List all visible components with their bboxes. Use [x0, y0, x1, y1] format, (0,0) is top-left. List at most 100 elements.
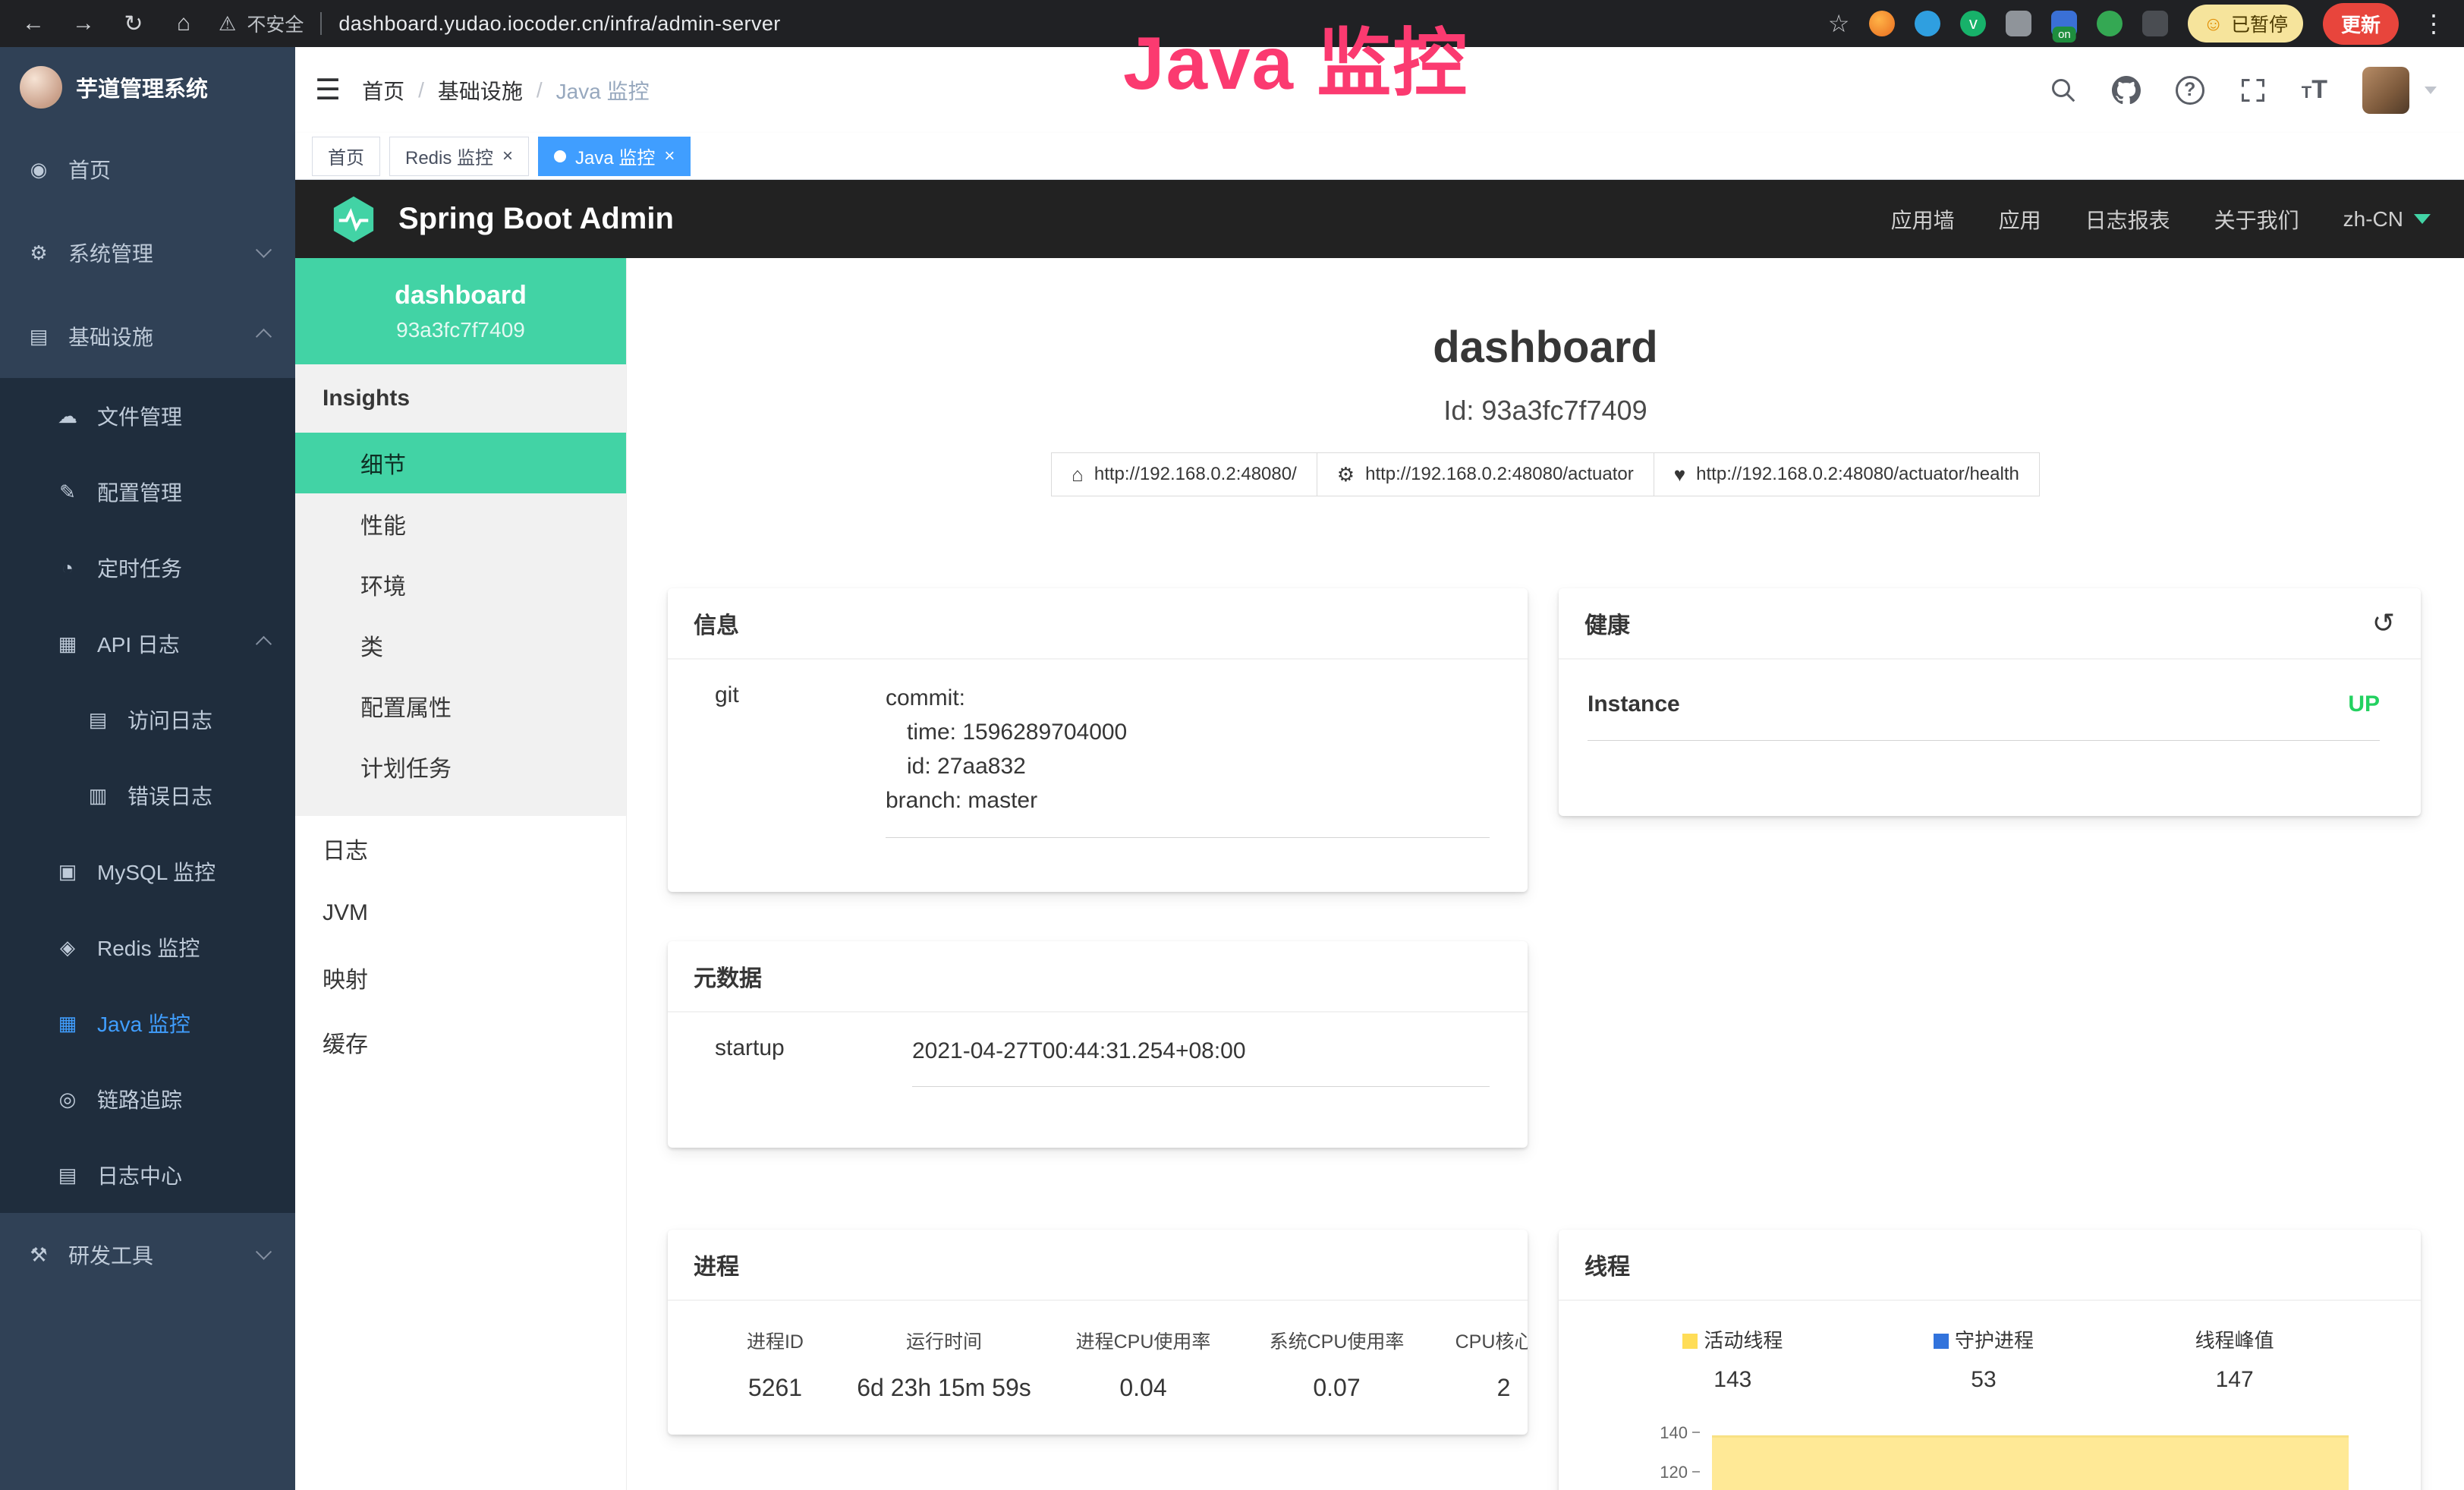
sba-item-loggers[interactable]: 日志	[295, 816, 626, 880]
sba-item-details[interactable]: 细节	[295, 433, 626, 493]
address-bar[interactable]: ⚠ 不安全 dashboard.yudao.iocoder.cn/infra/a…	[219, 10, 781, 37]
tab-java-monitor[interactable]: Java 监控 ×	[538, 137, 691, 176]
heart-icon: ♥	[1674, 463, 1685, 487]
sidebar-item-label: 错误日志	[127, 780, 212, 811]
service-url-link[interactable]: ⌂ http://192.168.0.2:48080/	[1051, 452, 1317, 496]
tab-label: Java 监控	[575, 143, 655, 169]
sidebar-item-api-logs[interactable]: ▦ API 日志	[0, 606, 295, 682]
sidebar-item-mysql-monitor[interactable]: ▣ MySQL 监控	[0, 833, 295, 909]
forward-icon[interactable]: →	[68, 11, 99, 36]
sidebar-item-label: 访问日志	[127, 704, 212, 735]
breadcrumb-separator: /	[418, 78, 424, 102]
sidebar-item-infra[interactable]: ▤ 基础设施	[0, 295, 295, 378]
back-icon[interactable]: ←	[18, 11, 49, 36]
url-text: dashboard.yudao.iocoder.cn/infra/admin-s…	[338, 12, 780, 36]
breadcrumb-infra[interactable]: 基础设施	[438, 75, 523, 106]
paused-badge[interactable]: ☺ 已暂停	[2188, 5, 2303, 43]
sidebar-item-devtools[interactable]: ⚒ 研发工具	[0, 1213, 295, 1296]
sidebar-item-redis-monitor[interactable]: ◈ Redis 监控	[0, 909, 295, 985]
monitor-icon: ▦	[55, 1012, 80, 1035]
sba-item-performance[interactable]: 性能	[295, 493, 626, 554]
tab-home[interactable]: 首页	[312, 137, 380, 176]
breadcrumb-home[interactable]: 首页	[362, 75, 404, 106]
sba-app-block[interactable]: dashboard 93a3fc7f7409	[295, 258, 626, 364]
sba-item-environment[interactable]: 环境	[295, 554, 626, 615]
extension-v-icon[interactable]	[1960, 11, 1986, 36]
sba-brand[interactable]: Spring Boot Admin	[398, 202, 674, 236]
sidebar-item-scheduled-tasks[interactable]: ◔ 定时任务	[0, 530, 295, 606]
sba-nav-wallboard[interactable]: 应用墙	[1891, 204, 1955, 235]
sba-nav: 应用墙 应用 日志报表 关于我们 zh-CN	[1891, 204, 2431, 235]
chevron-up-icon	[256, 328, 272, 344]
security-label: 不安全	[247, 10, 304, 37]
sba-nav-about[interactable]: 关于我们	[2214, 204, 2299, 235]
info-card: 信息 git commit: time: 1596289704000 id: 2…	[668, 588, 1528, 892]
extension-grid-icon[interactable]	[2006, 11, 2031, 36]
sidebar-item-java-monitor[interactable]: ▦ Java 监控	[0, 985, 295, 1061]
annotation-text: Java 监控	[1123, 3, 1468, 111]
chevron-down-icon	[256, 1243, 272, 1259]
sba-nav-journal[interactable]: 日志报表	[2085, 204, 2170, 235]
sba-item-config-props[interactable]: 配置属性	[295, 676, 626, 736]
sidebar-item-access-logs[interactable]: ▤ 访问日志	[0, 682, 295, 758]
threads-card: 线程 活动线程 守护进程 线程峰值 143 53 147 140 120 100	[1559, 1230, 2421, 1490]
sidebar-item-error-logs[interactable]: ▥ 错误日志	[0, 758, 295, 833]
font-size-icon[interactable]: TT	[2302, 75, 2327, 105]
chevron-down-icon	[2414, 214, 2431, 224]
infra-submenu: ☁ 文件管理 ✎ 配置管理 ◔ 定时任务 ▦ API 日志 ▤ 访问日志 ▥	[0, 378, 295, 1213]
update-button[interactable]: 更新	[2323, 3, 2399, 45]
info-key: git	[715, 681, 886, 838]
sidebar-item-system[interactable]: ⚙ 系统管理	[0, 211, 295, 295]
extension-on-icon[interactable]: on	[2051, 11, 2077, 36]
close-icon[interactable]: ×	[502, 147, 513, 165]
breadcrumb-current: Java 监控	[556, 75, 650, 106]
help-icon[interactable]: ?	[2176, 76, 2204, 105]
sba-item-scheduled-tasks[interactable]: 计划任务	[295, 736, 626, 797]
app-logo[interactable]: 芋道管理系统	[0, 47, 295, 128]
sba-item-classes[interactable]: 类	[295, 615, 626, 676]
sidebar-item-home[interactable]: ◉ 首页	[0, 128, 295, 211]
sidebar-item-file-manage[interactable]: ☁ 文件管理	[0, 378, 295, 454]
database-icon: ▣	[55, 860, 80, 884]
extension-leaf-icon[interactable]	[2097, 11, 2123, 36]
sidebar-item-label: 文件管理	[97, 401, 182, 431]
sidebar-item-label: 定时任务	[97, 553, 182, 583]
fullscreen-icon[interactable]	[2239, 77, 2267, 104]
tabs-bar: 首页 Redis 监控 × Java 监控 ×	[295, 133, 2464, 180]
health-url-link[interactable]: ♥ http://192.168.0.2:48080/actuator/heal…	[1654, 452, 2040, 496]
actuator-url-link[interactable]: ⚙ http://192.168.0.2:48080/actuator	[1317, 452, 1654, 496]
home-icon[interactable]: ⌂	[168, 11, 199, 36]
sba-item-caches[interactable]: 缓存	[295, 1010, 626, 1074]
extension-fox-icon[interactable]	[1869, 11, 1895, 36]
breadcrumb-separator: /	[537, 78, 543, 102]
metadata-card-body: startup 2021-04-27T00:44:31.254+08:00	[668, 1013, 1528, 1108]
sba-locale-select[interactable]: zh-CN	[2343, 207, 2431, 232]
sidebar-item-log-center[interactable]: ▤ 日志中心	[0, 1137, 295, 1213]
sba-nav-applications[interactable]: 应用	[1999, 204, 2041, 235]
info-value: commit: time: 1596289704000 id: 27aa832 …	[886, 681, 1490, 838]
process-col-header: 系统CPU使用率	[1240, 1327, 1433, 1354]
active-threads-area	[1712, 1435, 2349, 1490]
sidebar-item-label: MySQL 监控	[97, 856, 216, 887]
browser-menu-icon[interactable]: ⋮	[2418, 9, 2446, 38]
sba-app-id: 93a3fc7f7409	[396, 318, 525, 342]
tab-redis-monitor[interactable]: Redis 监控 ×	[389, 137, 529, 176]
close-icon[interactable]: ×	[664, 147, 675, 165]
bookmark-star-icon[interactable]: ☆	[1828, 9, 1850, 38]
github-icon[interactable]	[2112, 76, 2141, 105]
metadata-key: startup	[715, 1034, 912, 1087]
sba-item-mappings[interactable]: 映射	[295, 945, 626, 1010]
sidebar-item-trace[interactable]: ◎ 链路追踪	[0, 1061, 295, 1137]
extension-drop-icon[interactable]	[1915, 11, 1940, 36]
user-avatar[interactable]	[2362, 67, 2409, 114]
extensions-puzzle-icon[interactable]	[2142, 11, 2168, 36]
reload-icon[interactable]: ↻	[118, 11, 149, 37]
sba-item-jvm[interactable]: JVM	[295, 880, 626, 945]
process-table: 进程ID 运行时间 进程CPU使用率 系统CPU使用率 CPU核心数 5261 …	[694, 1322, 1490, 1410]
sidebar-item-config-manage[interactable]: ✎ 配置管理	[0, 454, 295, 530]
legend-active-threads: 活动线程	[1607, 1325, 1858, 1353]
avatar-caret-icon[interactable]	[2425, 87, 2437, 94]
history-icon[interactable]: ↺	[2372, 607, 2395, 639]
hamburger-icon[interactable]: ☰	[295, 73, 362, 107]
search-icon[interactable]	[2050, 77, 2077, 104]
